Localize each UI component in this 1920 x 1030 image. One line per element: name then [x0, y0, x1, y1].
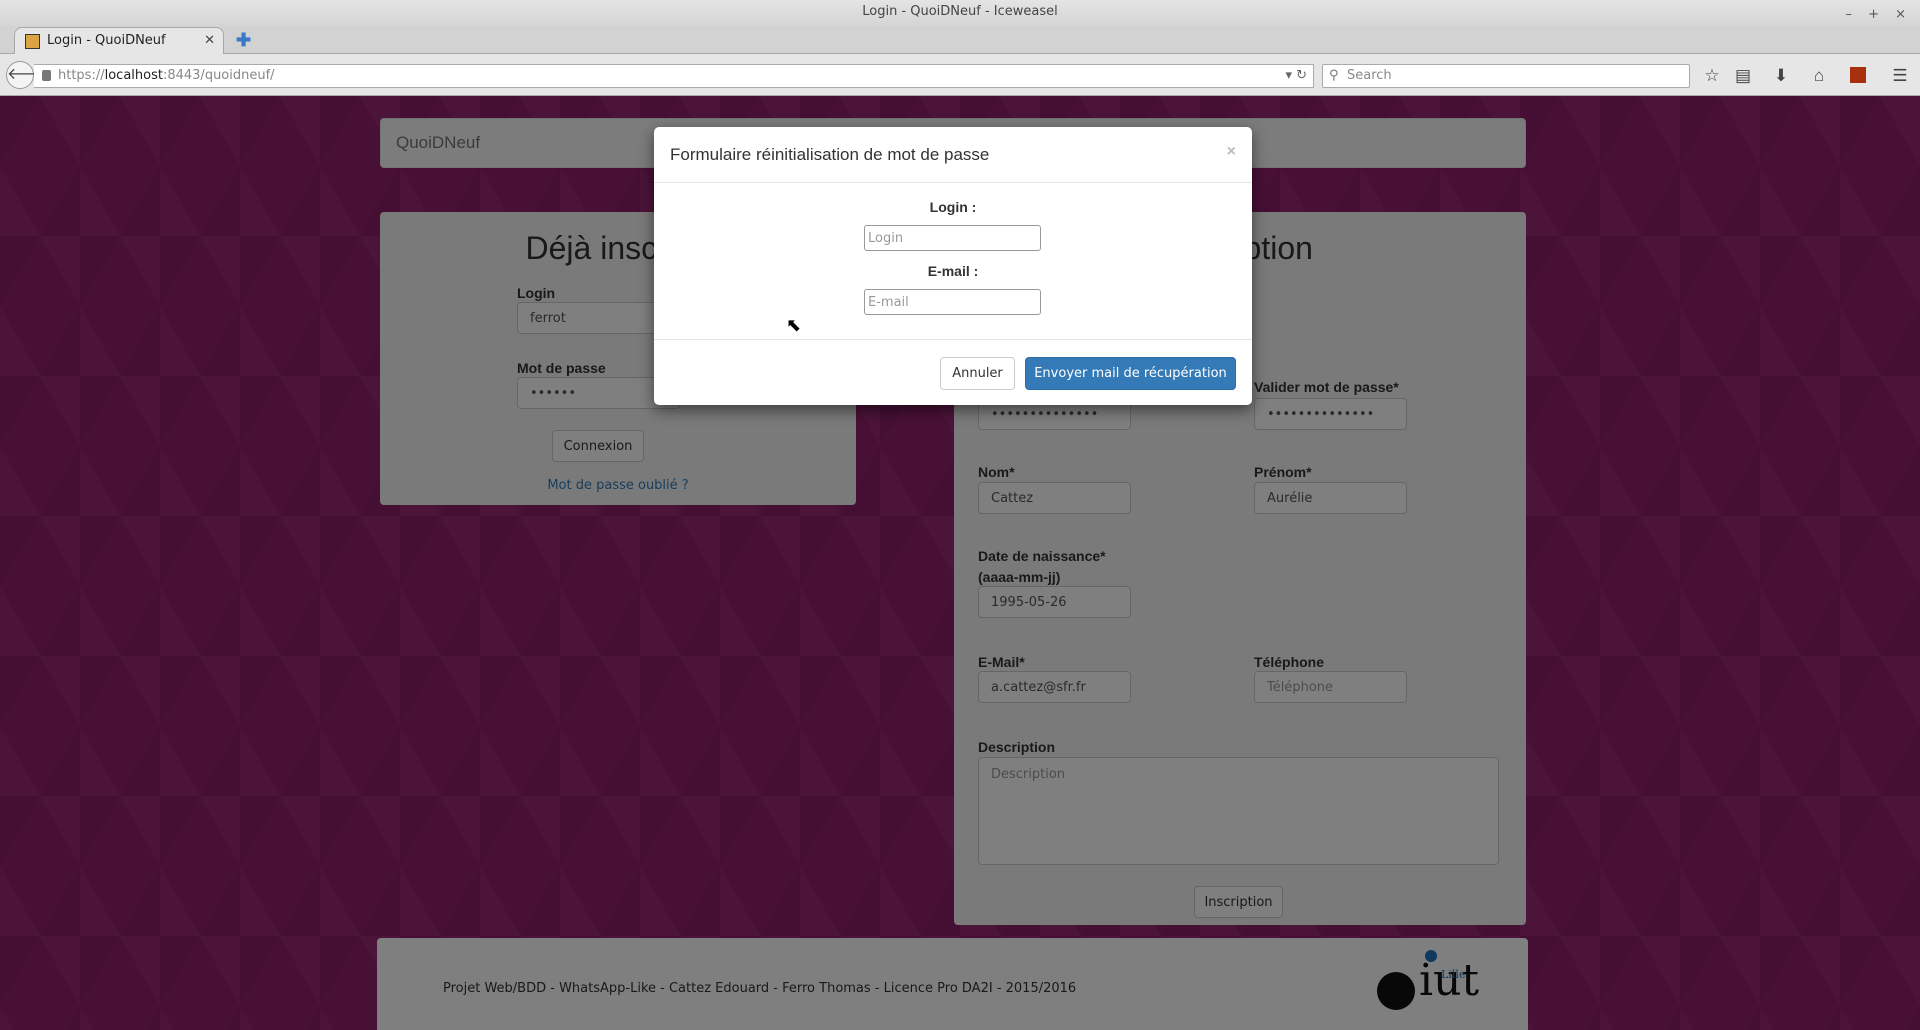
url-bar[interactable]: https://localhost:8443/quoidneuf/▾ ↻: [34, 64, 1314, 88]
mouse-cursor-icon: ⬉: [786, 315, 802, 335]
star-icon[interactable]: ☆: [1700, 66, 1724, 86]
download-icon[interactable]: ⬇: [1769, 66, 1793, 86]
window-title: Login - QuoiDNeuf - Iceweasel: [862, 4, 1058, 19]
window-controls[interactable]: – + ×: [1845, 3, 1912, 27]
password-reset-modal: Formulaire réinitialisation de mot de pa…: [654, 127, 1252, 405]
tab-login[interactable]: Login - QuoiDNeuf ✕: [14, 27, 224, 55]
send-recovery-email-button[interactable]: Envoyer mail de récupération: [1025, 357, 1236, 390]
close-icon[interactable]: ×: [1227, 143, 1236, 161]
reading-list-icon[interactable]: ▤: [1731, 66, 1755, 86]
window-titlebar: Login - QuoiDNeuf - Iceweasel – + ×: [0, 0, 1920, 27]
tab-label: Login - QuoiDNeuf: [47, 33, 166, 48]
browser-toolbar: 🡐 https://localhost:8443/quoidneuf/▾ ↻ ⚲…: [0, 54, 1920, 96]
home-icon[interactable]: ⌂: [1807, 66, 1831, 86]
addon-icon[interactable]: [1850, 67, 1866, 83]
modal-login-input[interactable]: Login: [864, 225, 1041, 251]
reload-icon[interactable]: ▾ ↻: [1285, 65, 1307, 87]
search-icon: ⚲: [1329, 68, 1339, 83]
page-content: QuoiDNeuf Déjà inscrit ? Login ferrot Mo…: [0, 96, 1920, 1030]
modal-title: Formulaire réinitialisation de mot de pa…: [670, 145, 990, 164]
search-input[interactable]: ⚲ Search: [1322, 64, 1690, 88]
close-tab-icon[interactable]: ✕: [204, 28, 215, 54]
modal-login-label: Login :: [929, 199, 977, 215]
modal-email-label: E-mail :: [927, 263, 979, 279]
lock-icon: [42, 70, 51, 81]
new-tab-icon[interactable]: ✚: [236, 30, 251, 51]
favicon-icon: [25, 34, 40, 49]
tab-bar: Login - QuoiDNeuf ✕ ✚: [0, 27, 1920, 55]
menu-icon[interactable]: ☰: [1888, 66, 1912, 86]
modal-email-input[interactable]: E-mail: [864, 289, 1041, 315]
modal-header: Formulaire réinitialisation de mot de pa…: [654, 127, 1252, 183]
back-arrow-icon[interactable]: 🡐: [6, 61, 50, 89]
cancel-button[interactable]: Annuler: [940, 357, 1015, 390]
modal-footer: [654, 339, 1252, 340]
